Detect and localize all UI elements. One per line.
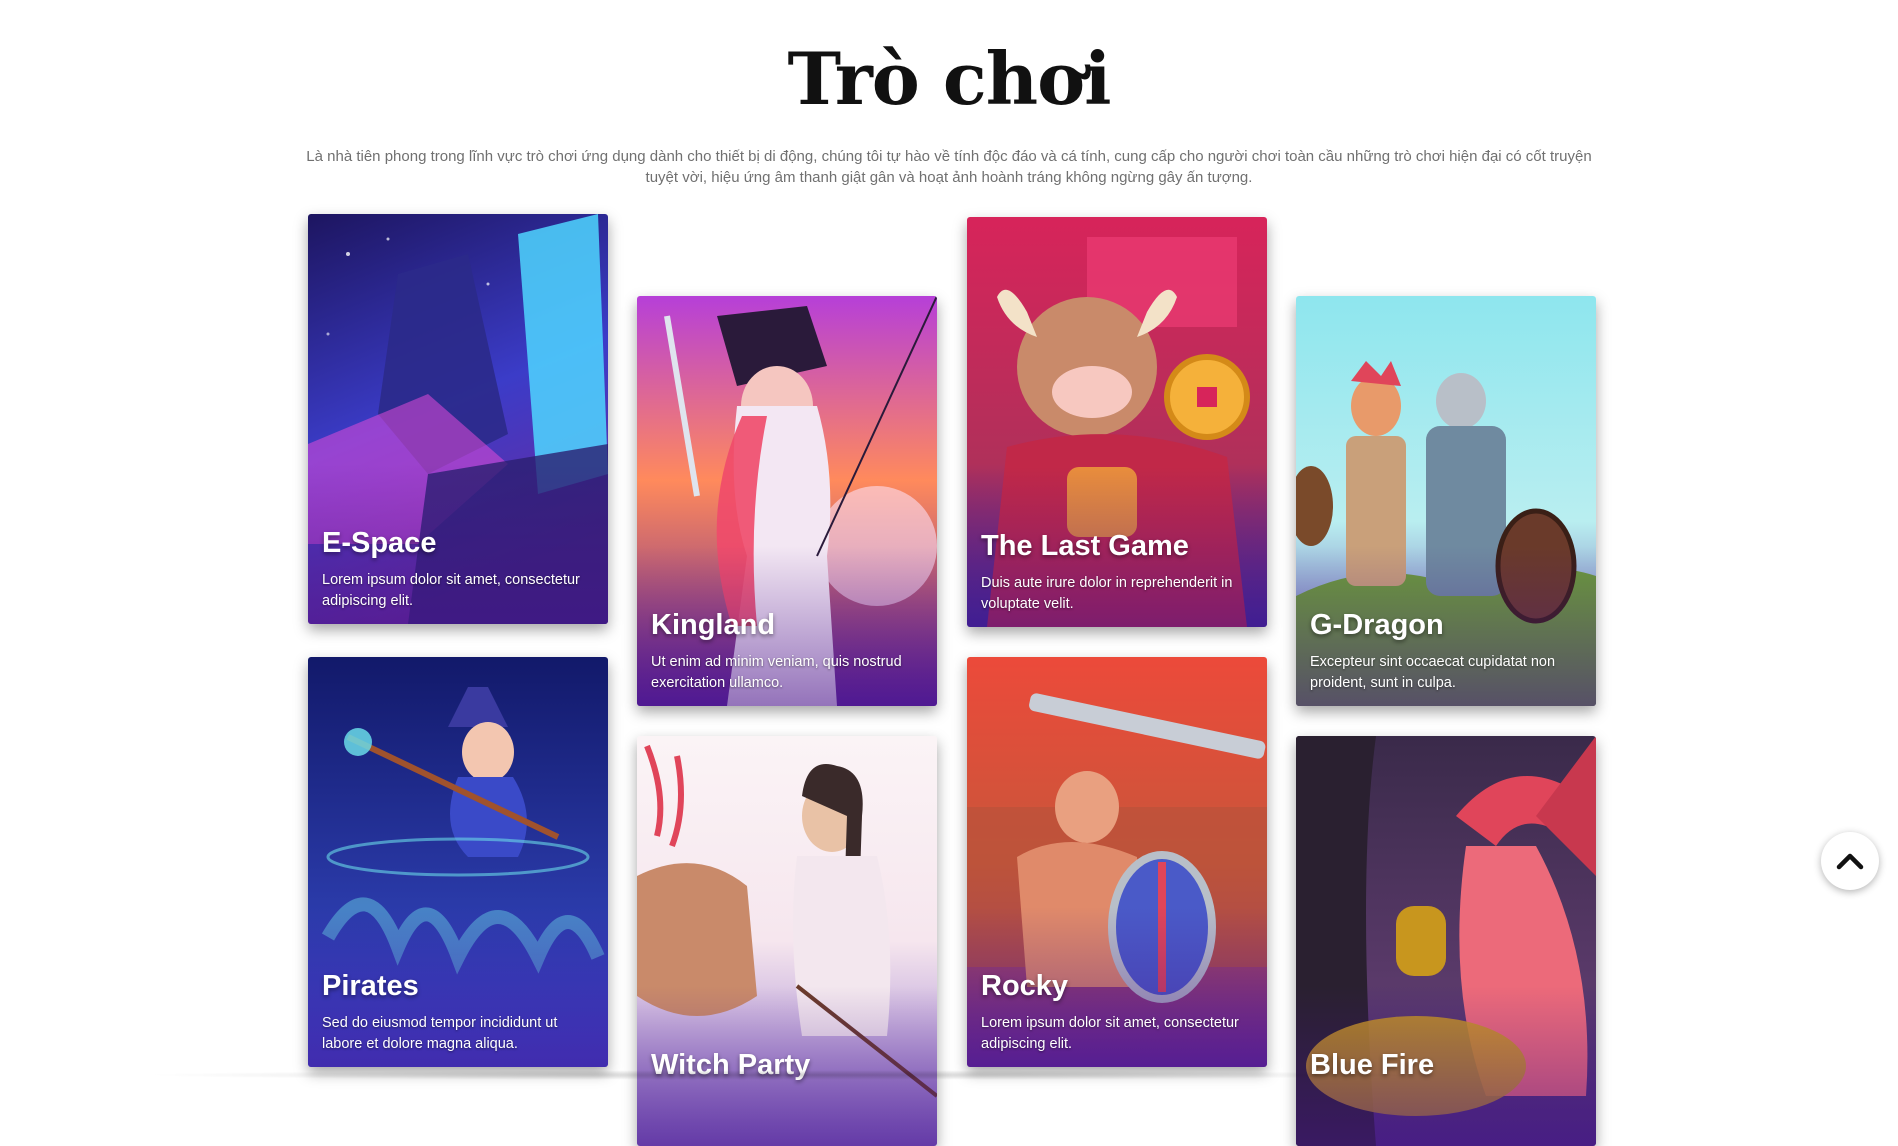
intro-text: Là nhà tiên phong trong lĩnh vực trò chơ… xyxy=(306,148,1592,186)
chevron-up-icon xyxy=(1836,853,1864,870)
game-card[interactable]: E-Space Lorem ipsum dolor sit amet, cons… xyxy=(308,214,608,624)
game-description: Sed do eiusmod tempor incididunt ut labo… xyxy=(322,1015,558,1052)
game-card[interactable]: G-Dragon Excepteur sint occaecat cupidat… xyxy=(1296,296,1596,706)
game-title: E-Space xyxy=(322,527,437,559)
game-title: Pirates xyxy=(322,970,419,1002)
game-description: Duis aute irure dolor in reprehenderit i… xyxy=(981,575,1233,612)
page-title: Trò chơi xyxy=(787,36,1112,121)
game-title: G-Dragon xyxy=(1310,609,1444,641)
game-title: The Last Game xyxy=(981,530,1189,562)
scroll-to-top-button[interactable] xyxy=(1821,832,1879,890)
game-card[interactable]: Blue Fire xyxy=(1296,736,1596,1146)
game-card[interactable]: Kingland Ut enim ad minim veniam, quis n… xyxy=(637,296,937,706)
game-title: Rocky xyxy=(981,970,1069,1002)
game-card[interactable]: The Last Game Duis aute irure dolor in r… xyxy=(967,217,1267,627)
game-card[interactable]: Pirates Sed do eiusmod tempor incididunt… xyxy=(308,657,608,1067)
game-description: Excepteur sint occaecat cupidatat non pr… xyxy=(1310,654,1556,691)
game-description: Lorem ipsum dolor sit amet, consectetur … xyxy=(981,1015,1239,1052)
game-card[interactable]: Witch Party xyxy=(637,736,937,1146)
game-card[interactable]: Rocky Lorem ipsum dolor sit amet, consec… xyxy=(967,657,1267,1067)
game-description: Ut enim ad minim veniam, quis nostrud ex… xyxy=(651,654,902,691)
game-title: Kingland xyxy=(651,609,776,641)
section-bottom-shadow xyxy=(140,1070,1440,1080)
game-description: Lorem ipsum dolor sit amet, consectetur … xyxy=(322,572,580,609)
